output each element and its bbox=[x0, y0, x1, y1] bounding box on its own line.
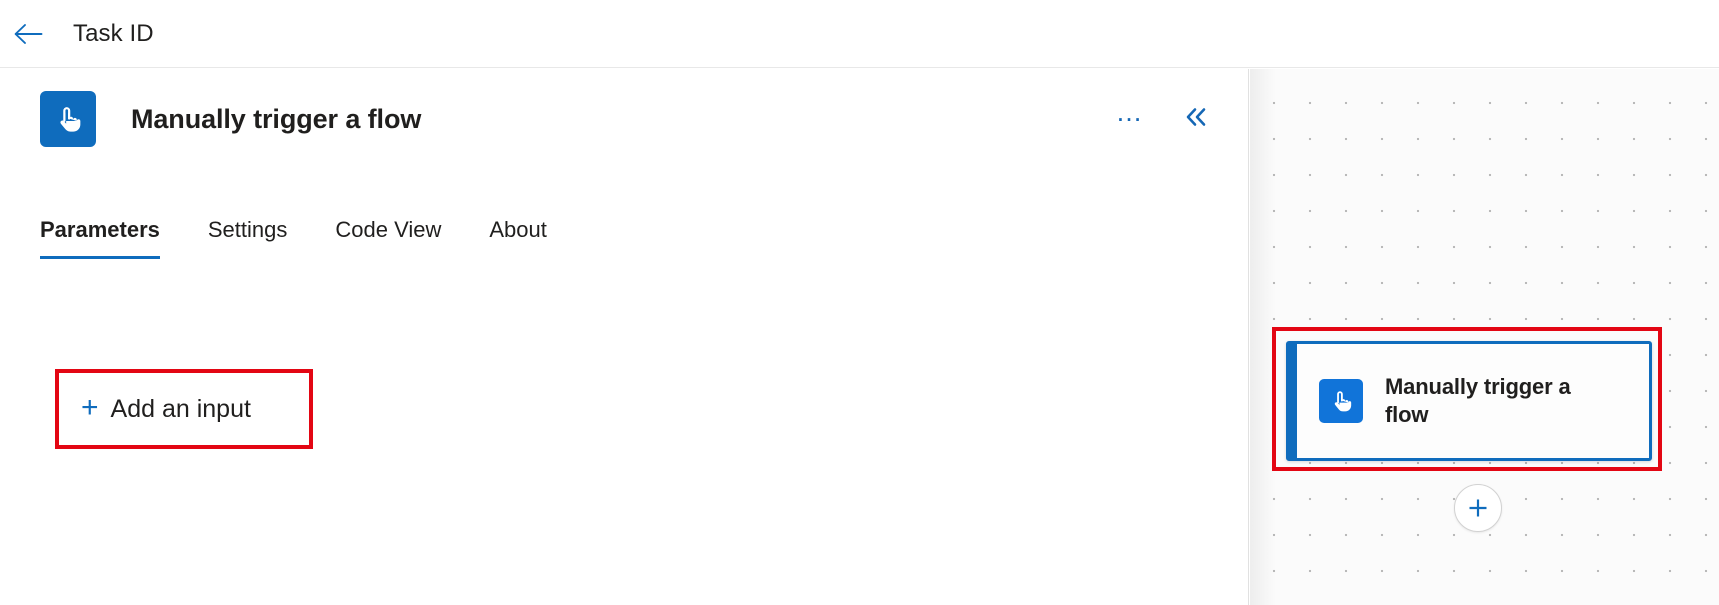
trigger-node-card[interactable]: Manually trigger a flow bbox=[1286, 341, 1652, 461]
arrow-left-icon bbox=[13, 23, 43, 45]
panel-header: Manually trigger a flow … bbox=[0, 69, 1248, 169]
back-button[interactable] bbox=[5, 11, 51, 57]
trigger-node-annotation-box: Manually trigger a flow bbox=[1272, 327, 1662, 471]
tab-settings[interactable]: Settings bbox=[184, 217, 312, 259]
tab-about[interactable]: About bbox=[465, 217, 571, 259]
add-an-input-label: Add an input bbox=[110, 394, 251, 423]
tab-code-view[interactable]: Code View bbox=[311, 217, 465, 259]
add-input-annotation-box: + Add an input bbox=[55, 369, 313, 449]
app-root: Task ID Manually trigger a flow … Parame… bbox=[0, 0, 1719, 605]
manual-trigger-tap-icon bbox=[1319, 379, 1363, 423]
more-options-button[interactable]: … bbox=[1111, 97, 1149, 138]
plus-circle-icon bbox=[1466, 496, 1490, 520]
page-title: Task ID bbox=[73, 19, 154, 47]
top-bar: Task ID bbox=[0, 0, 1719, 68]
panel-header-actions: … bbox=[1111, 97, 1215, 138]
trigger-details-panel: Manually trigger a flow … Parameters Set… bbox=[0, 69, 1249, 605]
add-an-input-button[interactable]: + Add an input bbox=[59, 373, 309, 445]
plus-icon: + bbox=[81, 391, 99, 424]
tab-parameters-label: Parameters bbox=[40, 217, 160, 242]
tab-parameters[interactable]: Parameters bbox=[40, 217, 184, 259]
chevron-double-left-icon bbox=[1183, 106, 1209, 133]
ellipsis-icon: … bbox=[1115, 97, 1145, 127]
trigger-node-title: Manually trigger a flow bbox=[1385, 373, 1571, 427]
tab-code-view-label: Code View bbox=[335, 217, 442, 242]
add-node-button[interactable] bbox=[1454, 484, 1502, 532]
panel-title: Manually trigger a flow bbox=[131, 103, 422, 134]
manual-trigger-tap-icon bbox=[40, 91, 96, 147]
collapse-panel-button[interactable] bbox=[1177, 100, 1215, 138]
tab-about-label: About bbox=[489, 217, 547, 242]
tab-settings-label: Settings bbox=[207, 217, 288, 242]
flow-canvas[interactable]: Manually trigger a flow bbox=[1250, 69, 1719, 605]
panel-tabs: Parameters Settings Code View About bbox=[40, 217, 571, 259]
